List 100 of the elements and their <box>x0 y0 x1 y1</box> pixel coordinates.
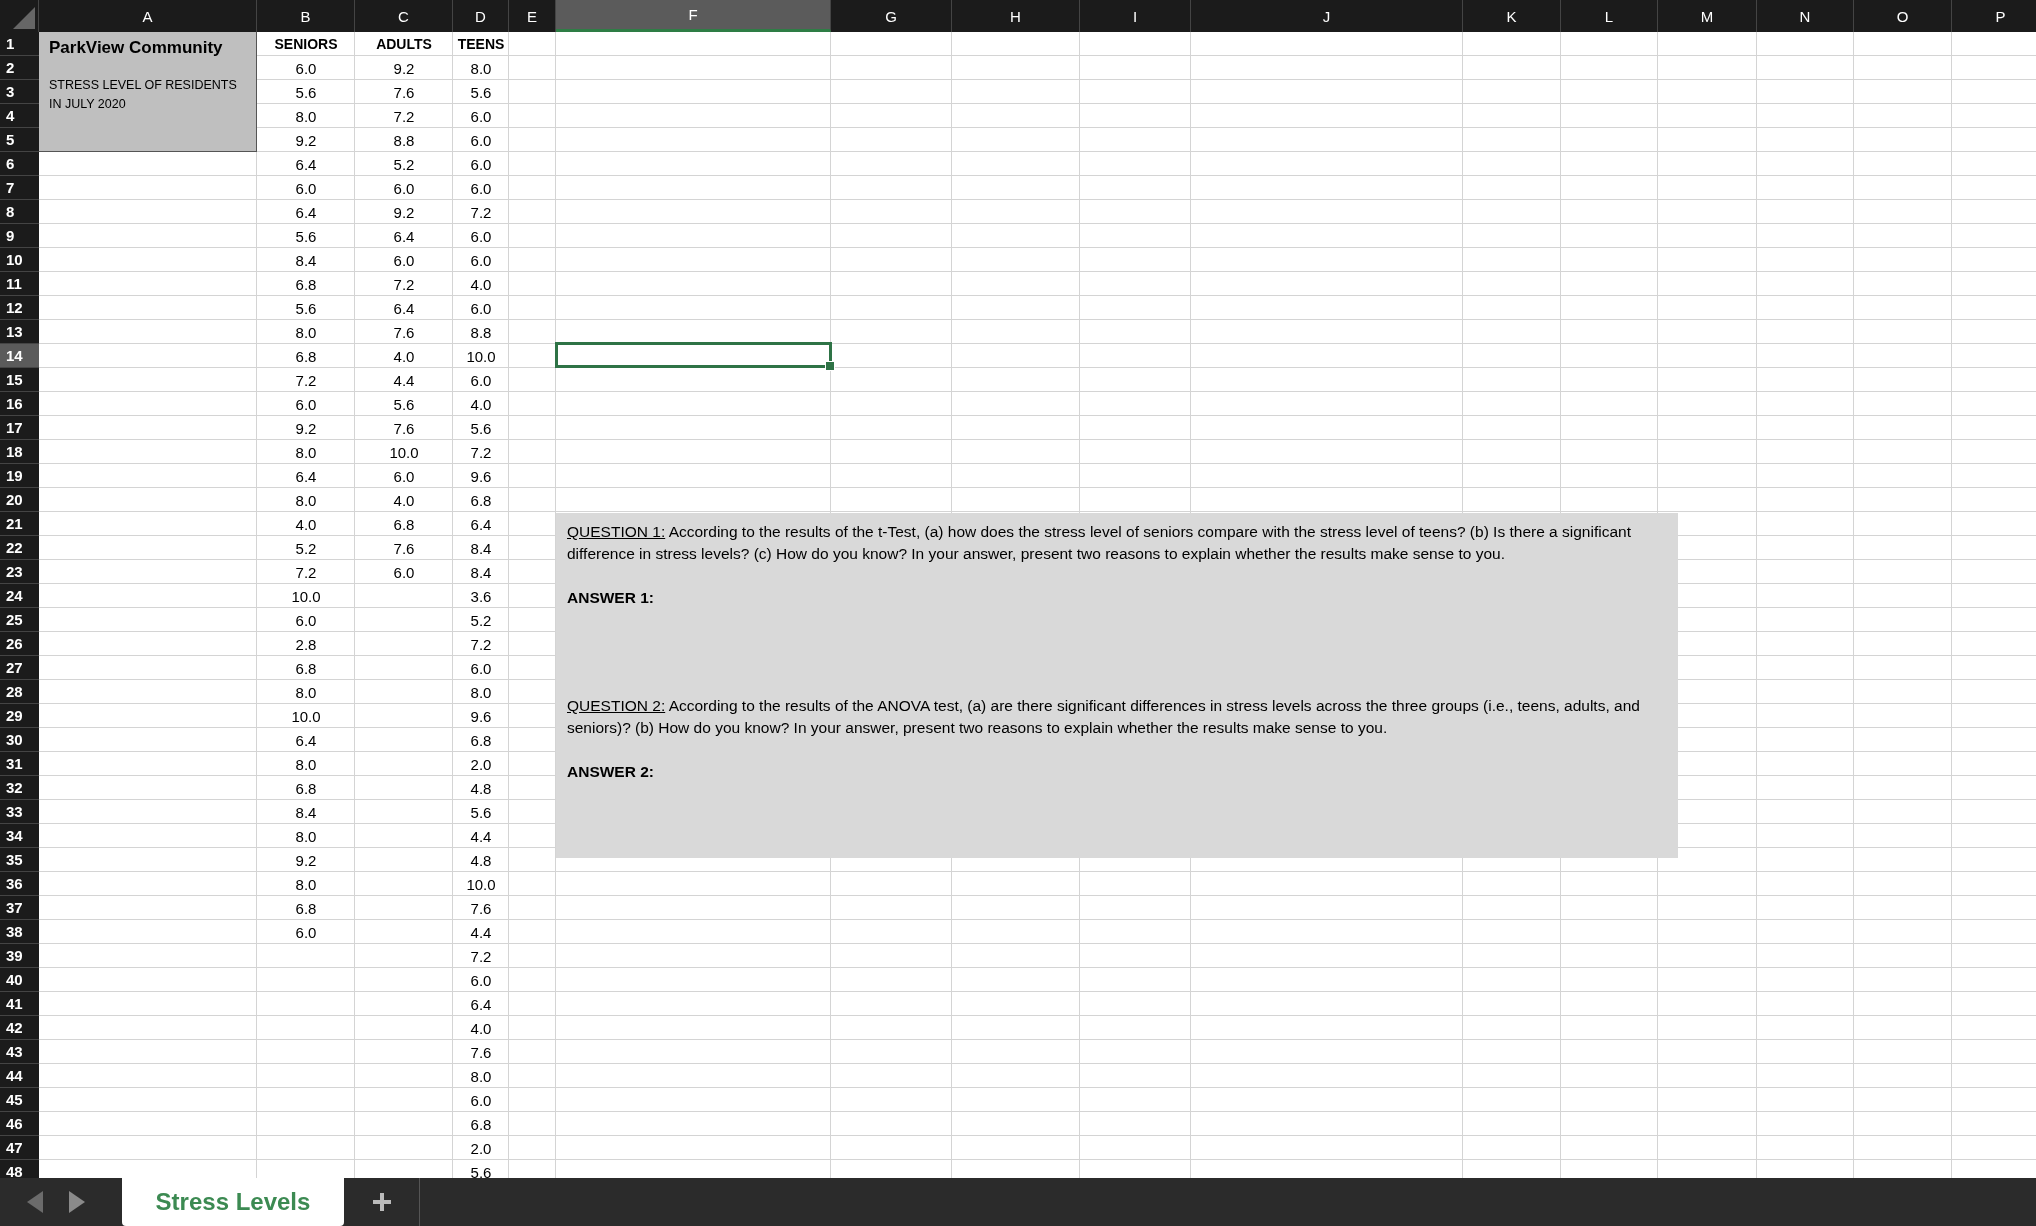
sheet-tab[interactable]: Stress Levels <box>122 1178 344 1226</box>
row-header[interactable]: 39 <box>0 944 39 968</box>
previous-sheet-icon[interactable] <box>27 1191 43 1213</box>
column-header[interactable]: M <box>1658 0 1757 32</box>
row-header[interactable]: 18 <box>0 440 39 464</box>
row-header[interactable]: 1 <box>0 32 39 56</box>
row-header[interactable]: 47 <box>0 1136 39 1160</box>
table-cell-text: 4.8 <box>469 778 493 799</box>
row-header[interactable]: 34 <box>0 824 39 848</box>
row-header[interactable]: 23 <box>0 560 39 584</box>
column-header[interactable]: O <box>1854 0 1952 32</box>
row-header[interactable]: 25 <box>0 608 39 632</box>
row-header[interactable]: 21 <box>0 512 39 536</box>
table-cell-text: 2.0 <box>469 754 493 775</box>
row-header[interactable]: 22 <box>0 536 39 560</box>
row-header[interactable]: 32 <box>0 776 39 800</box>
table-cell-text: 6.4 <box>294 154 318 175</box>
triangle-icon <box>13 7 35 29</box>
table-cell-text: 9.2 <box>392 202 416 223</box>
row-header[interactable]: 33 <box>0 800 39 824</box>
row-header[interactable]: 2 <box>0 56 39 80</box>
row-header[interactable]: 4 <box>0 104 39 128</box>
table-cell-text: 4.0 <box>294 514 318 535</box>
next-sheet-icon[interactable] <box>69 1191 85 1213</box>
row-header[interactable]: 43 <box>0 1040 39 1064</box>
column-header[interactable]: D <box>453 0 509 32</box>
row-header[interactable]: 20 <box>0 488 39 512</box>
table-cell-text: 8.4 <box>294 250 318 271</box>
column-header[interactable]: I <box>1080 0 1191 32</box>
row-header[interactable]: 14 <box>0 344 39 368</box>
table-cell-text: 8.8 <box>469 322 493 343</box>
row-header[interactable]: 29 <box>0 704 39 728</box>
row-header[interactable]: 44 <box>0 1064 39 1088</box>
column-header[interactable]: F <box>556 0 831 32</box>
column-header[interactable]: P <box>1952 0 2036 32</box>
row-header[interactable]: 11 <box>0 272 39 296</box>
row-header[interactable]: 7 <box>0 176 39 200</box>
column-header[interactable]: G <box>831 0 952 32</box>
column-header[interactable]: A <box>39 0 257 32</box>
row-header[interactable]: 16 <box>0 392 39 416</box>
row-header[interactable]: 9 <box>0 224 39 248</box>
column-header[interactable]: E <box>509 0 556 32</box>
row-header[interactable]: 30 <box>0 728 39 752</box>
table-cell-text: 6.4 <box>469 994 493 1015</box>
row-header[interactable]: 15 <box>0 368 39 392</box>
table-cell-text: 9.6 <box>469 706 493 727</box>
row-header[interactable]: 46 <box>0 1112 39 1136</box>
row-header[interactable]: 35 <box>0 848 39 872</box>
table-cell-text: 6.0 <box>392 250 416 271</box>
row-header[interactable]: 5 <box>0 128 39 152</box>
row-header[interactable]: 37 <box>0 896 39 920</box>
table-cell-text: 7.2 <box>392 274 416 295</box>
table-cell-text: 9.2 <box>294 418 318 439</box>
row-header[interactable]: 3 <box>0 80 39 104</box>
row-header[interactable]: 13 <box>0 320 39 344</box>
table-cell-text: 6.0 <box>469 250 493 271</box>
table-cell-text: 8.0 <box>294 682 318 703</box>
column-header[interactable]: K <box>1463 0 1561 32</box>
column-header[interactable]: J <box>1191 0 1463 32</box>
column-header[interactable]: C <box>355 0 453 32</box>
table-cell-text: 5.2 <box>469 610 493 631</box>
row-header[interactable]: 45 <box>0 1088 39 1112</box>
row-header[interactable]: 10 <box>0 248 39 272</box>
table-cell-text: 6.4 <box>469 514 493 535</box>
table-cell-text: 6.0 <box>469 298 493 319</box>
table-cell-text: 6.0 <box>469 154 493 175</box>
row-header[interactable]: 36 <box>0 872 39 896</box>
column-header[interactable]: B <box>257 0 355 32</box>
table-cell-text: 4.4 <box>469 922 493 943</box>
table-cell-text: 6.8 <box>294 778 318 799</box>
row-header[interactable]: 12 <box>0 296 39 320</box>
row-header[interactable]: 31 <box>0 752 39 776</box>
row-header[interactable]: 42 <box>0 1016 39 1040</box>
table-cell-text: 8.0 <box>469 1066 493 1087</box>
row-header[interactable]: 26 <box>0 632 39 656</box>
row-header[interactable]: 48 <box>0 1160 39 1178</box>
column-header[interactable]: L <box>1561 0 1658 32</box>
table-cell-text: 6.4 <box>392 298 416 319</box>
row-header[interactable]: 8 <box>0 200 39 224</box>
row-header[interactable]: 41 <box>0 992 39 1016</box>
row-header[interactable]: 38 <box>0 920 39 944</box>
table-cell-text: 7.2 <box>294 562 318 583</box>
row-header[interactable]: 28 <box>0 680 39 704</box>
table-cell-text: 9.2 <box>294 850 318 871</box>
table-cell-text: 7.6 <box>392 538 416 559</box>
column-label: TEENS <box>456 35 506 54</box>
question-text: QUESTION 1: According to the results of the t-Test, (a) how does the stress level of seniors compare with the stress level of teens? (b) Is there a significant difference in stress levels? (c) How do you know? In your answer, present two reasons to explain whether the results make sense to you. <box>567 522 1632 564</box>
row-header[interactable]: 40 <box>0 968 39 992</box>
column-header[interactable]: N <box>1757 0 1854 32</box>
row-header[interactable]: 24 <box>0 584 39 608</box>
row-header[interactable]: 27 <box>0 656 39 680</box>
select-all-button[interactable] <box>0 0 39 32</box>
table-cell-text: 8.0 <box>294 754 318 775</box>
row-header[interactable]: 6 <box>0 152 39 176</box>
column-header[interactable]: H <box>952 0 1080 32</box>
row-header[interactable]: 17 <box>0 416 39 440</box>
table-cell-text: 5.6 <box>469 82 493 103</box>
row-header[interactable]: 19 <box>0 464 39 488</box>
selected-cell[interactable] <box>555 342 832 368</box>
table-cell-text: 7.2 <box>469 634 493 655</box>
